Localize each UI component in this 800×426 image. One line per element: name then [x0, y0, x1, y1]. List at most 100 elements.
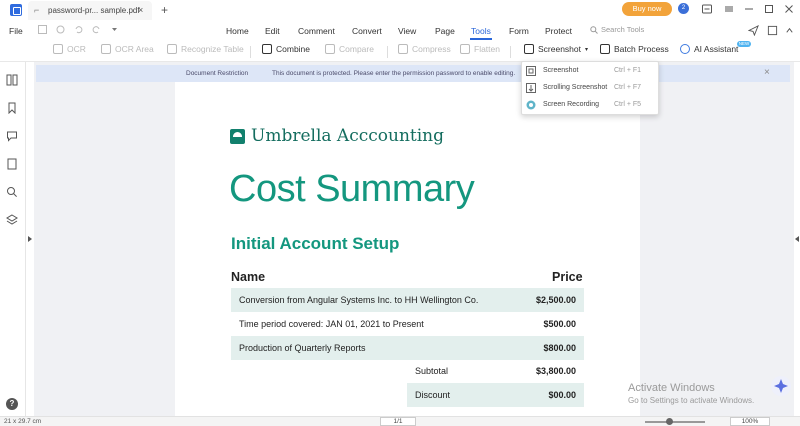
toolbar-divider [387, 46, 388, 58]
menu-item-shortcut: Ctrl + F1 [614, 67, 642, 74]
menu-protect[interactable]: Protect [545, 26, 572, 36]
menu-comment[interactable]: Comment [298, 26, 335, 36]
status-bar: 21 x 29.7 cm 1/1 100% [0, 416, 800, 426]
menu-view[interactable]: View [398, 26, 416, 36]
menu-edit[interactable]: Edit [265, 26, 280, 36]
undo-icon[interactable] [74, 25, 83, 34]
combine-button[interactable]: Combine [262, 44, 310, 54]
share-icon[interactable] [767, 25, 778, 36]
flatten-button[interactable]: Flatten [460, 44, 500, 54]
compress-button[interactable]: Compress [398, 44, 451, 54]
discount-row: Discount $00.00 [407, 383, 584, 407]
help-icon[interactable]: ? [6, 398, 18, 410]
combine-icon [262, 44, 272, 54]
screenshot-button[interactable]: Screenshot ▾ [524, 44, 588, 54]
collapse-ribbon-icon[interactable] [784, 25, 795, 36]
collapse-right-panel-icon[interactable] [795, 236, 799, 242]
menu-file[interactable]: File [9, 26, 23, 36]
ocr-area-button[interactable]: OCR Area [101, 44, 154, 54]
maximize-icon[interactable] [763, 3, 775, 15]
quick-access-toolbar [38, 25, 119, 34]
tab-close-icon[interactable]: × [138, 5, 143, 15]
attachment-icon[interactable] [6, 158, 18, 170]
logo-text: Umbrella Acccounting [251, 126, 445, 146]
compress-icon [398, 44, 408, 54]
menu-form[interactable]: Form [509, 26, 529, 36]
close-window-icon[interactable] [783, 3, 795, 15]
collapse-left-panel-icon[interactable] [28, 236, 32, 242]
minimize-icon[interactable] [743, 3, 755, 15]
subtotal-label: Subtotal [415, 366, 449, 376]
menu-convert[interactable]: Convert [352, 26, 382, 36]
ai-assistant-label: AI Assistant [694, 44, 739, 54]
umbrella-logo-icon [230, 128, 245, 144]
row-price: $2,500.00 [535, 295, 576, 305]
document-title: Cost Summary [229, 168, 475, 210]
avatar[interactable]: 2 [678, 3, 689, 14]
batch-process-label: Batch Process [614, 44, 669, 54]
row-description: Time period covered: JAN 01, 2021 to Pre… [239, 319, 424, 329]
document-tab[interactable]: ⌐ password-pr... sample.pdf [28, 1, 152, 20]
new-badge: NEW [737, 41, 751, 47]
screen-recording-icon [526, 100, 536, 110]
compare-button[interactable]: Compare [325, 44, 374, 54]
ocr-area-label: OCR Area [115, 44, 154, 54]
menu-tools[interactable]: Tools [471, 26, 491, 36]
batch-process-button[interactable]: Batch Process [600, 44, 669, 54]
search-panel-icon[interactable] [6, 186, 18, 198]
screenshot-dropdown-menu: Screenshot Ctrl + F1 Scrolling Screensho… [521, 61, 659, 115]
table-row: Time period covered: JAN 01, 2021 to Pre… [231, 312, 584, 336]
left-sidebar [0, 62, 26, 416]
ocr-button[interactable]: OCR [53, 44, 86, 54]
section-title: Initial Account Setup [231, 234, 400, 253]
search-tools[interactable]: Search Tools [590, 25, 644, 34]
title-bar: ⌐ password-pr... sample.pdf × + Buy now … [0, 0, 800, 20]
subtotal-row: Subtotal $3,800.00 [407, 359, 584, 383]
buy-now-button[interactable]: Buy now [622, 2, 672, 16]
menu-item-screen-recording[interactable]: Screen Recording Ctrl + F5 [522, 97, 658, 114]
page-number-input[interactable]: 1/1 [380, 417, 416, 426]
activate-windows-subtitle: Go to Settings to activate Windows. [628, 396, 755, 405]
dropdown-arrow-icon[interactable] [110, 25, 119, 34]
subtotal-value: $3,800.00 [535, 366, 576, 376]
menu-item-screenshot[interactable]: Screenshot Ctrl + F1 [522, 63, 658, 80]
recognize-table-button[interactable]: Recognize Table [167, 44, 244, 54]
message-icon[interactable] [701, 3, 713, 15]
more-menu-icon[interactable] [723, 3, 735, 15]
compare-icon [325, 44, 335, 54]
zoom-slider-handle[interactable] [666, 418, 673, 425]
floating-assistant-icon[interactable] [771, 376, 791, 396]
print-icon[interactable] [56, 25, 65, 34]
ai-assistant-button[interactable]: AI Assistant [680, 44, 738, 54]
flatten-icon [460, 44, 470, 54]
layers-icon[interactable] [6, 214, 18, 226]
activate-windows-title: Activate Windows [628, 382, 715, 394]
screenshot-label: Screenshot [538, 44, 581, 54]
menu-item-shortcut: Ctrl + F7 [614, 84, 642, 91]
thumbnails-icon[interactable] [6, 74, 18, 86]
zoom-level-select[interactable]: 100% [730, 417, 770, 426]
menu-bar: File Home Edit Comment Convert View Page… [0, 20, 800, 40]
restriction-close-icon[interactable]: × [764, 67, 770, 78]
tools-ribbon: OCR OCR Area Recognize Table Combine Com… [0, 40, 800, 62]
recognize-table-label: Recognize Table [181, 44, 244, 54]
zoom-slider[interactable] [645, 421, 705, 423]
restriction-label: Document Restriction [186, 70, 249, 77]
menu-page[interactable]: Page [435, 26, 455, 36]
tab-title: password-pr... sample.pdf [48, 6, 140, 15]
document-icon: ⌐ [34, 5, 40, 15]
page-dimensions: 21 x 29.7 cm [4, 418, 42, 425]
bookmark-icon[interactable] [6, 102, 18, 114]
save-icon[interactable] [38, 25, 47, 34]
new-tab-icon[interactable]: + [161, 3, 168, 17]
compress-label: Compress [412, 44, 451, 54]
menu-item-scrolling-screenshot[interactable]: Scrolling Screenshot Ctrl + F7 [522, 80, 658, 97]
comment-icon[interactable] [6, 130, 18, 142]
row-description: Production of Quarterly Reports [239, 343, 366, 353]
combine-label: Combine [276, 44, 311, 54]
send-icon[interactable] [748, 25, 759, 36]
scrolling-screenshot-icon [526, 83, 536, 93]
menu-home[interactable]: Home [226, 26, 249, 36]
table-row: Production of Quarterly Reports $800.00 [231, 336, 584, 360]
redo-icon[interactable] [92, 25, 101, 34]
